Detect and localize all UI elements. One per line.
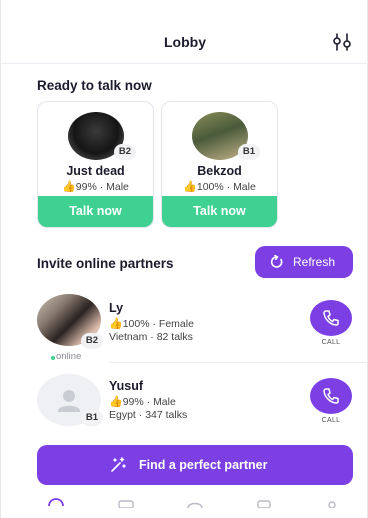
level-badge: B2: [81, 333, 103, 349]
page-title: Lobby: [164, 34, 206, 50]
call-label: CALL: [321, 417, 341, 424]
rating: 100%: [122, 318, 150, 330]
tab-bar: [1, 490, 368, 518]
ready-card[interactable]: B1 Bekzod 👍100% · Male Talk now: [161, 101, 278, 228]
card-name: Bekzod: [197, 164, 242, 178]
find-partner-label: Find a perfect partner: [139, 458, 268, 472]
gender: Male: [233, 181, 256, 193]
level-badge: B1: [238, 144, 260, 160]
partner-rating: 👍99% · Male: [109, 396, 176, 408]
call-button[interactable]: [310, 300, 352, 336]
rating: 99%: [122, 396, 144, 408]
chat-tab-icon[interactable]: [117, 494, 135, 508]
thumbs-up-icon: 👍: [109, 318, 123, 330]
community-tab-icon[interactable]: [186, 494, 204, 508]
partner-location: Vietnam · 82 talks: [109, 331, 193, 343]
call-label: CALL: [321, 339, 341, 346]
talk-count: 82 talks: [156, 331, 193, 343]
gender: Male: [153, 396, 176, 408]
filter-sliders-icon[interactable]: [331, 32, 353, 52]
gender: Female: [158, 318, 194, 330]
talk-now-button[interactable]: Talk now: [38, 196, 153, 227]
call-button[interactable]: [310, 378, 352, 414]
rating: 100%: [196, 181, 224, 193]
lobby-tab-icon[interactable]: [47, 494, 65, 508]
phone-icon: [323, 310, 339, 326]
refresh-label: Refresh: [293, 255, 336, 269]
refresh-icon: [270, 255, 283, 268]
country: Egypt: [109, 409, 136, 421]
partner-location: Egypt · 347 talks: [109, 409, 188, 421]
level-badge: B1: [81, 410, 103, 426]
ready-section-title: Ready to talk now: [37, 78, 152, 93]
level-badge: B2: [114, 144, 136, 160]
find-partner-button[interactable]: Find a perfect partner: [37, 445, 353, 485]
card-meta: 👍100% · Male: [183, 181, 256, 193]
card-meta: 👍99% · Male: [62, 181, 129, 193]
talk-now-button[interactable]: Talk now: [162, 196, 277, 227]
thumbs-up-icon: 👍: [183, 181, 197, 193]
online-dot: [51, 356, 55, 360]
partner-name[interactable]: Yusuf: [109, 379, 143, 393]
partner-rating: 👍100% · Female: [109, 318, 194, 330]
ready-card[interactable]: B2 Just dead 👍99% · Male Talk now: [37, 101, 154, 228]
partner-name[interactable]: Ly: [109, 301, 123, 315]
rating: 99%: [75, 181, 97, 193]
app-screen: Lobby Ready to talk now B2 Just dead 👍99…: [0, 0, 368, 518]
phone-icon: [323, 388, 339, 404]
gender: Male: [106, 181, 129, 193]
magic-wand-icon: [111, 457, 126, 472]
thumbs-up-icon: 👍: [109, 396, 123, 408]
message-tab-icon[interactable]: [255, 494, 273, 508]
divider: [109, 362, 368, 363]
country: Vietnam: [109, 331, 148, 343]
thumbs-up-icon: 👍: [62, 181, 76, 193]
header: Lobby: [1, 0, 368, 64]
invite-section-title: Invite online partners: [37, 256, 174, 271]
card-name: Just dead: [66, 164, 125, 178]
talk-count: 347 talks: [145, 409, 188, 421]
refresh-button[interactable]: Refresh: [255, 246, 353, 278]
profile-tab-icon[interactable]: [323, 494, 341, 508]
online-status: online: [56, 351, 82, 362]
